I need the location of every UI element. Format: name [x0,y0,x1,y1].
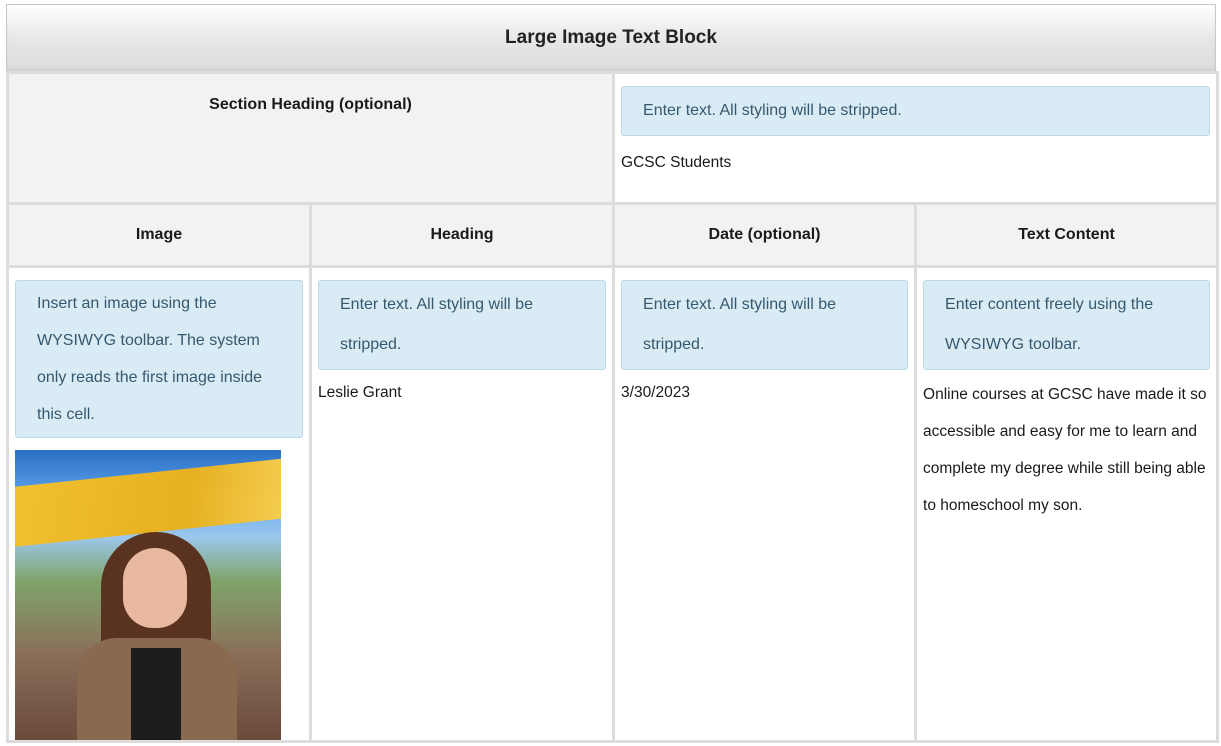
section-heading-label: Section Heading (optional) [209,96,412,113]
image-hint: Insert an image using the WYSIWYG toolba… [15,280,303,438]
heading-hint: Enter text. All styling will be stripped… [318,280,607,370]
section-heading-label-cell: Section Heading (optional) [5,71,616,205]
block-title: Large Image Text Block [6,4,1216,71]
large-image-text-block: Large Image Text Block Section Heading (… [5,4,1220,746]
column-header-image: Image [6,202,312,268]
block-table: Section Heading (optional) Enter text. A… [5,71,1220,743]
text-content-value[interactable]: Online courses at GCSC have made it so a… [923,370,1210,524]
heading-value[interactable]: Leslie Grant [318,370,606,402]
column-header-heading: Heading [308,202,616,268]
student-photo[interactable] [15,450,281,740]
date-hint: Enter text. All styling will be stripped… [621,280,909,370]
text-content-cell[interactable]: Enter content freely using the WYSIWYG t… [914,265,1220,743]
text-content-hint: Enter content freely using the WYSIWYG t… [923,280,1211,370]
section-heading-input-cell[interactable]: Enter text. All styling will be stripped… [612,71,1220,205]
column-header-text-content: Text Content [914,202,1220,268]
heading-cell[interactable]: Enter text. All styling will be stripped… [308,265,616,743]
person-face [123,548,187,628]
section-heading-hint: Enter text. All styling will be stripped… [621,86,1211,136]
image-cell[interactable]: Insert an image using the WYSIWYG toolba… [6,265,312,743]
person-top [131,648,181,740]
section-heading-value[interactable]: GCSC Students [621,136,1210,172]
date-value[interactable]: 3/30/2023 [621,370,908,402]
date-cell[interactable]: Enter text. All styling will be stripped… [612,265,918,743]
column-header-date: Date (optional) [612,202,918,268]
